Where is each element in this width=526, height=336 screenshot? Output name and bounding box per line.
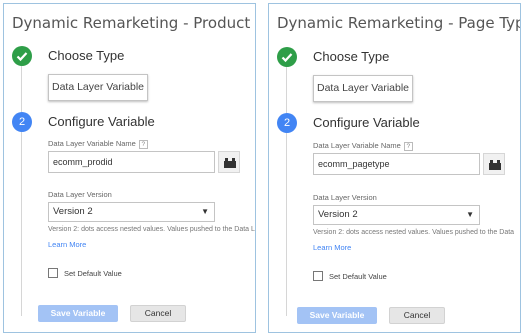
checkmark-icon: [277, 47, 297, 67]
variable-type-chip[interactable]: Data Layer Variable: [48, 74, 148, 101]
variable-name-input[interactable]: ecomm_prodid: [48, 151, 215, 173]
variable-name-label-text: Data Layer Variable Name: [313, 141, 401, 150]
step-choose-type-label: Choose Type: [48, 48, 125, 63]
variable-picker-button[interactable]: [483, 153, 505, 175]
version-label: Data Layer Version: [48, 190, 112, 199]
variable-type-chip[interactable]: Data Layer Variable: [313, 75, 413, 102]
help-icon[interactable]: ?: [138, 139, 148, 149]
default-value-label: Set Default Value: [329, 272, 387, 281]
save-variable-button[interactable]: Save Variable: [297, 307, 377, 324]
variable-name-input[interactable]: ecomm_pagetype: [313, 153, 480, 175]
help-icon[interactable]: ?: [403, 141, 413, 151]
step-configure-label: Configure Variable: [48, 114, 155, 129]
step-configure-label: Configure Variable: [313, 115, 420, 130]
version-hint: Version 2: dots access nested values. Va…: [313, 229, 515, 236]
step-number-badge: 2: [277, 113, 297, 133]
step-rail: [21, 66, 22, 316]
default-value-checkbox[interactable]: [48, 268, 58, 278]
default-value-label: Set Default Value: [64, 269, 122, 278]
learn-more-link[interactable]: Learn More: [48, 240, 86, 249]
variable-picker-button[interactable]: [218, 151, 240, 173]
version-selected-value: Version 2: [318, 209, 358, 220]
checkmark-icon: [12, 46, 32, 66]
learn-more-link[interactable]: Learn More: [313, 243, 351, 252]
version-select[interactable]: Version 2 ▼: [313, 205, 480, 225]
variable-title[interactable]: Dynamic Remarketing - Page Type: [277, 14, 520, 32]
cancel-button[interactable]: Cancel: [130, 305, 186, 322]
step-choose-type-label: Choose Type: [313, 49, 390, 64]
version-label: Data Layer Version: [313, 193, 377, 202]
step-rail: [286, 66, 287, 316]
variable-panel-product-id: Dynamic Remarketing - Product ID Choose …: [3, 3, 256, 333]
title-row: Dynamic Remarketing - Page Type: [277, 14, 520, 36]
variable-panel-page-type: Dynamic Remarketing - Page Type Choose T…: [268, 3, 521, 333]
step-number-badge: 2: [12, 112, 32, 132]
default-value-checkbox[interactable]: [313, 271, 323, 281]
variable-name-label: Data Layer Variable Name?: [48, 139, 148, 149]
version-selected-value: Version 2: [53, 206, 93, 217]
version-hint: Version 2: dots access nested values. Va…: [48, 226, 255, 233]
variable-name-label: Data Layer Variable Name?: [313, 141, 413, 151]
version-select[interactable]: Version 2 ▼: [48, 202, 215, 222]
variable-title[interactable]: Dynamic Remarketing - Product ID: [12, 14, 255, 32]
variable-name-label-text: Data Layer Variable Name: [48, 139, 136, 148]
caret-down-icon: ▼: [466, 210, 474, 219]
brick-icon: [489, 160, 501, 170]
title-row: Dynamic Remarketing - Product ID: [12, 14, 255, 36]
cancel-button[interactable]: Cancel: [389, 307, 445, 324]
save-variable-button[interactable]: Save Variable: [38, 305, 118, 322]
caret-down-icon: ▼: [201, 207, 209, 216]
brick-icon: [224, 158, 236, 168]
